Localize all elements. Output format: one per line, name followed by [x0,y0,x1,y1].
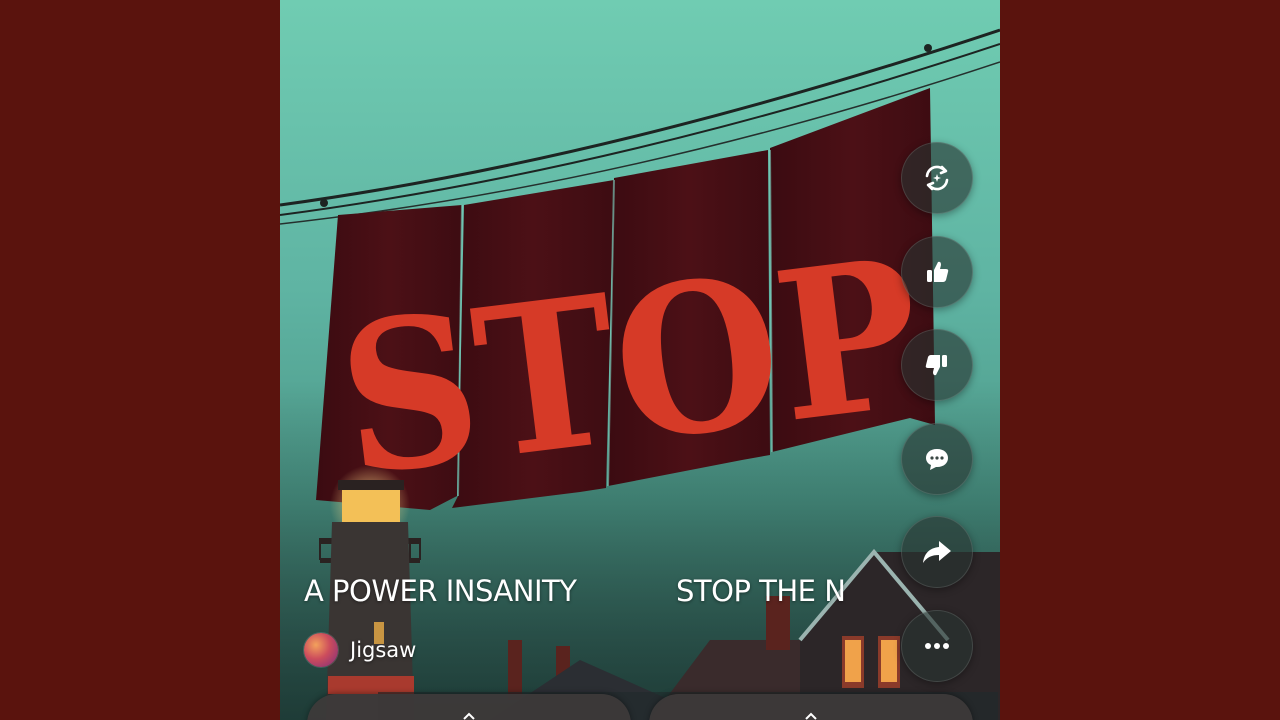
more-button[interactable] [901,609,973,682]
up-arrow-icon [463,712,475,720]
title-ticker: A POWER INSANITY STOP THE N [280,574,1000,618]
author-link[interactable]: Jigsaw [304,632,416,668]
more-icon [925,642,949,649]
bottom-pill-right[interactable] [649,694,973,720]
thumbs-up-icon [927,261,949,282]
thumbs-down-icon [925,355,947,376]
dislike-button[interactable] [901,329,973,401]
song-title: A POWER INSANITY [304,574,577,608]
stop-banner: STOP [316,88,935,522]
remix-button[interactable] [901,142,973,214]
like-button[interactable] [901,235,973,308]
avatar[interactable] [304,633,338,667]
share-button[interactable] [901,516,973,588]
share-icon [923,541,951,563]
video-player[interactable]: STOP A POWER INSANITY STOP THE N Jigsaw [280,0,1000,720]
remix-icon [925,165,949,191]
next-song-title: STOP THE N [676,574,846,608]
comment-button[interactable] [901,422,973,495]
bottom-pill-left[interactable] [307,694,631,720]
comment-icon [926,448,948,470]
action-rail [901,142,975,703]
up-arrow-icon [805,712,817,720]
author-name[interactable]: Jigsaw [350,638,416,662]
